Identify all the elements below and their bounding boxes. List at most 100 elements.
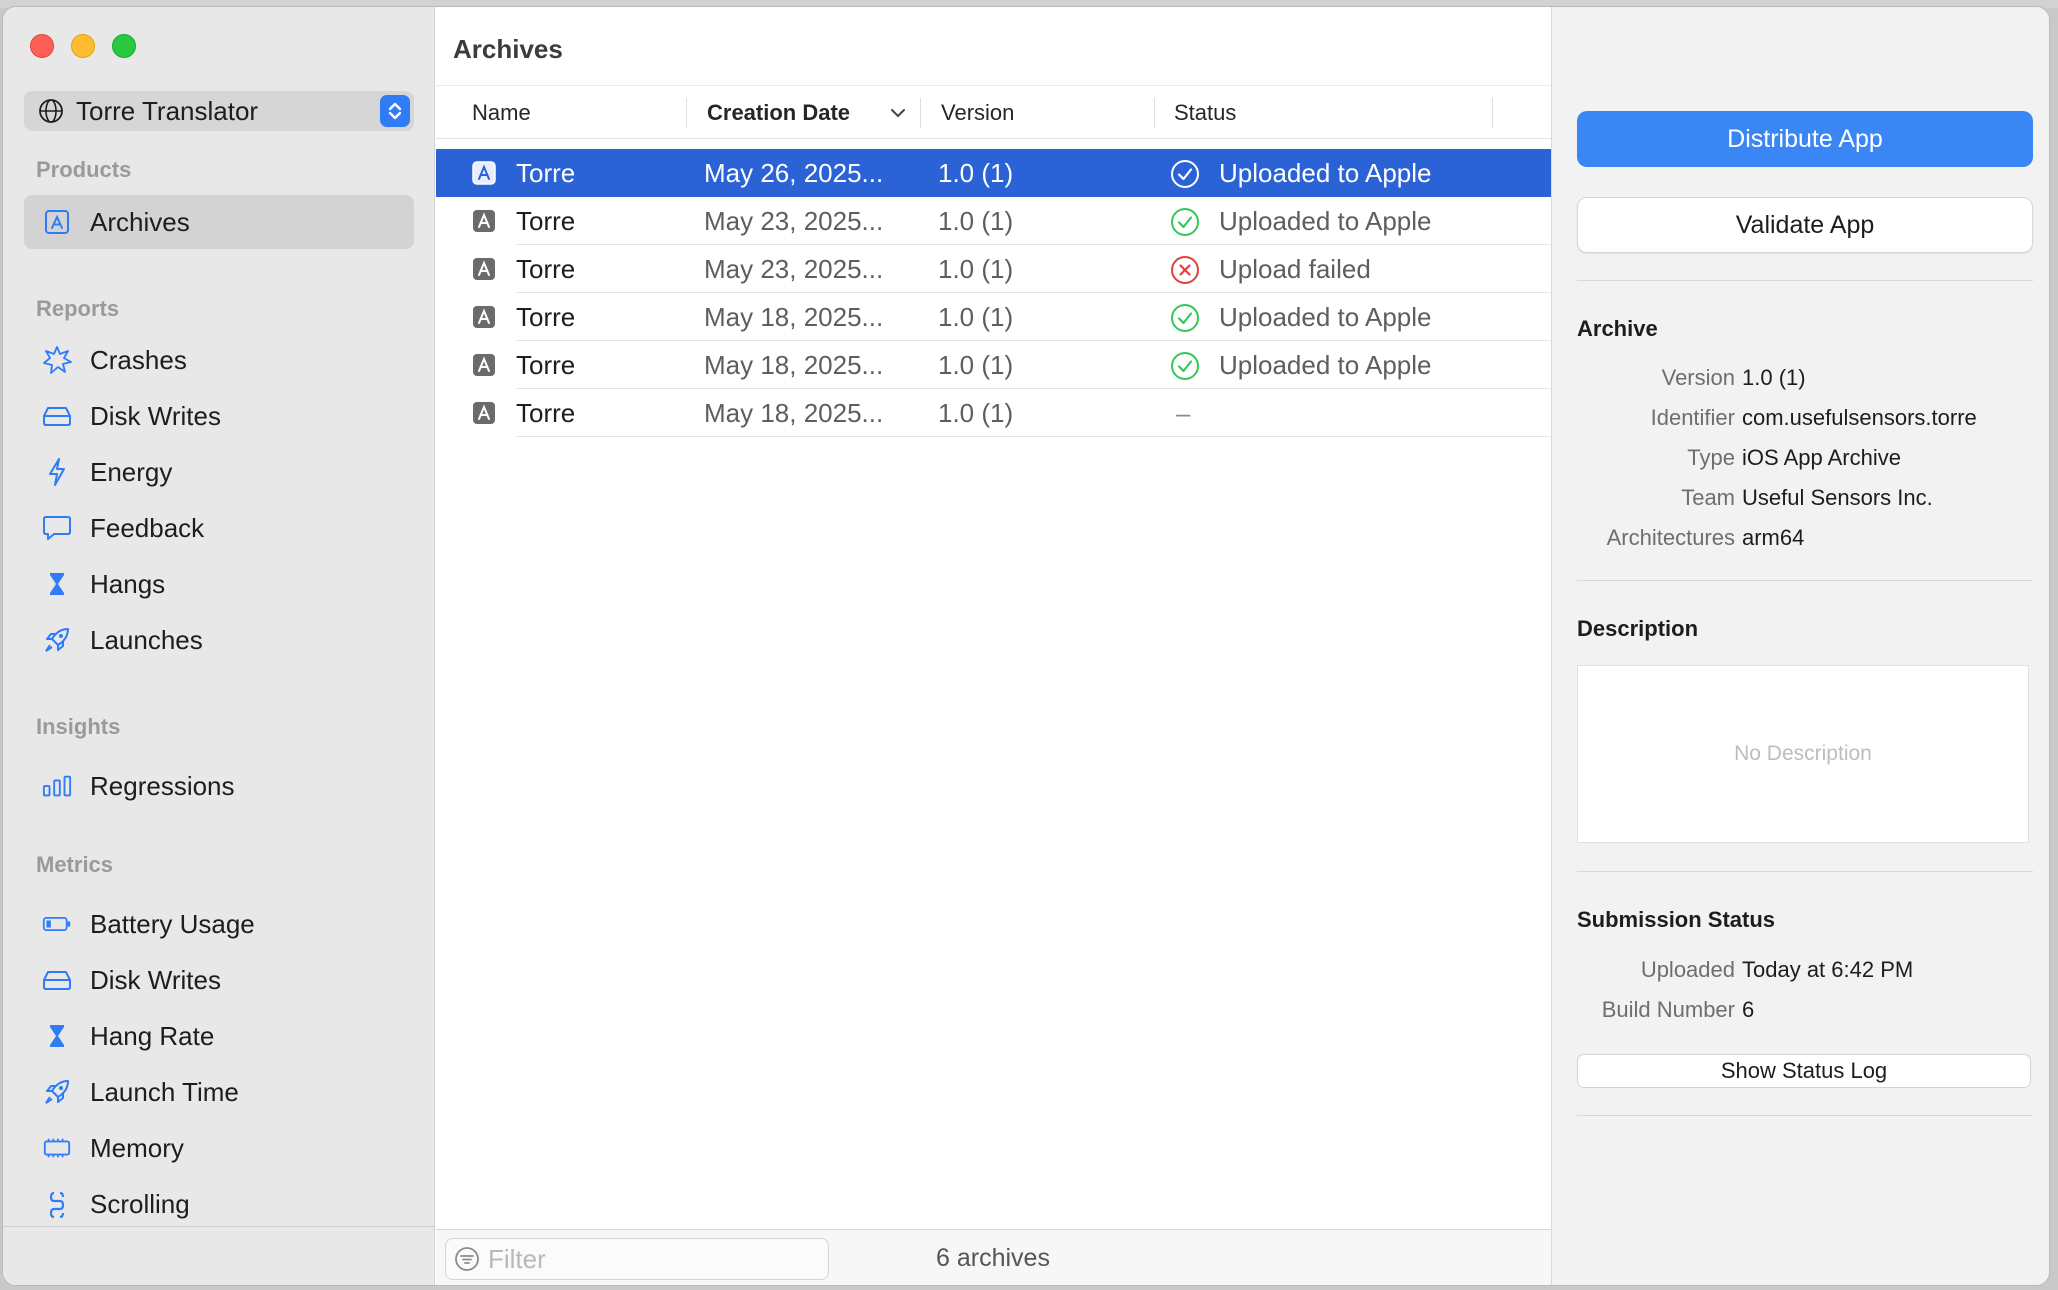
field-value: Today at 6:42 PM [1742, 957, 1914, 982]
sidebar-item-label: Feedback [90, 512, 205, 543]
column-header-version[interactable]: Version [941, 86, 1014, 140]
column-header-creation-date[interactable]: Creation Date [707, 86, 850, 140]
filter-input[interactable] [488, 1243, 808, 1275]
sidebar-item-archives[interactable]: Archives [24, 195, 414, 249]
column-divider [920, 98, 921, 128]
row-name: Torre [516, 349, 576, 380]
sidebar-item-label: Hangs [90, 568, 166, 599]
sidebar-item-hang-rate[interactable]: Hang Rate [24, 1009, 414, 1063]
minimize-window-button[interactable] [71, 34, 95, 58]
show-status-log-button[interactable]: Show Status Log [1577, 1054, 2031, 1088]
sidebar-item-feedback[interactable]: Feedback [24, 501, 414, 555]
sidebar-item-hangs[interactable]: Hangs [24, 557, 414, 611]
table-row[interactable]: Torre May 26, 2025... 1.0 (1) Uploaded t… [436, 149, 1551, 197]
field-value: 1.0 (1) [1742, 365, 1806, 390]
table-row[interactable]: Torre May 18, 2025... 1.0 (1) Uploaded t… [436, 341, 1551, 389]
inspector-pane: Distribute App Validate App Archive Vers… [1551, 7, 2049, 1285]
field-label: Build Number [1601, 997, 1735, 1022]
row-status: Upload failed [1219, 253, 1371, 284]
speech-bubble-icon [42, 513, 72, 543]
row-status: Uploaded to Apple [1219, 301, 1432, 332]
bottom-bar: 6 archives [436, 1229, 1551, 1285]
table-row[interactable]: Torre May 23, 2025... 1.0 (1) Uploaded t… [436, 197, 1551, 245]
sidebar-item-scrolling[interactable]: Scrolling [24, 1177, 414, 1231]
submission-build-number-row: Build Number 6 [1552, 997, 2049, 1031]
checkmark-circle-icon [1171, 208, 1199, 236]
row-divider [516, 436, 1551, 437]
sidebar-item-launch-time[interactable]: Launch Time [24, 1065, 414, 1119]
memory-chip-icon [42, 1133, 72, 1163]
sidebar-item-memory[interactable]: Memory [24, 1121, 414, 1175]
column-header-name[interactable]: Name [472, 86, 531, 140]
distribute-app-button[interactable]: Distribute App [1577, 111, 2033, 167]
table-row[interactable]: Torre May 23, 2025... 1.0 (1) Upload fai… [436, 245, 1551, 293]
archive-architectures-row: Architectures arm64 [1552, 525, 2049, 559]
archive-version-row: Version 1.0 (1) [1552, 365, 2049, 399]
table-header: Name Creation Date Version Status [436, 85, 1551, 139]
sidebar-item-launches[interactable]: Launches [24, 613, 414, 667]
bolt-icon [42, 457, 72, 487]
field-label: Uploaded [1640, 957, 1735, 982]
archive-identifier-row: Identifier com.usefulsensors.torre [1552, 405, 2049, 439]
sidebar: Torre Translator Products Archives Repor… [3, 7, 435, 1285]
validate-app-button[interactable]: Validate App [1577, 197, 2033, 253]
row-date: May 26, 2025... [704, 157, 884, 188]
sidebar-item-battery-usage[interactable]: Battery Usage [24, 897, 414, 951]
description-field[interactable]: No Description [1577, 665, 2029, 843]
table-row[interactable]: Torre May 18, 2025... 1.0 (1) Uploaded t… [436, 293, 1551, 341]
checkmark-circle-icon [1171, 160, 1199, 188]
disk-drive-icon [42, 965, 72, 995]
column-divider [1154, 98, 1155, 128]
row-name: Torre [516, 253, 576, 284]
filter-icon [455, 1247, 479, 1271]
sort-descending-icon[interactable] [890, 106, 906, 120]
row-status: – [1176, 397, 1191, 428]
sidebar-item-disk-writes[interactable]: Disk Writes [24, 389, 414, 443]
divider [1577, 1115, 2033, 1116]
column-header-status[interactable]: Status [1174, 86, 1236, 140]
row-date: May 18, 2025... [704, 349, 884, 380]
row-date: May 23, 2025... [704, 253, 884, 284]
section-products: Products [36, 157, 132, 182]
row-status: Uploaded to Apple [1219, 205, 1432, 236]
table-row[interactable]: Torre May 18, 2025... 1.0 (1) – [436, 389, 1551, 437]
row-version: 1.0 (1) [938, 205, 1014, 236]
sidebar-item-energy[interactable]: Energy [24, 445, 414, 499]
app-selector[interactable]: Torre Translator [24, 91, 414, 131]
field-label: Identifier [1650, 405, 1735, 430]
sidebar-divider [3, 1226, 435, 1227]
window-controls [30, 34, 136, 58]
sidebar-item-disk-writes-metric[interactable]: Disk Writes [24, 953, 414, 1007]
description-placeholder: No Description [1734, 742, 1872, 765]
scroll-icon [42, 1189, 72, 1219]
battery-icon [42, 909, 72, 939]
row-version: 1.0 (1) [938, 301, 1014, 332]
xmark-circle-icon [1171, 256, 1199, 284]
app-archive-icon [473, 210, 495, 232]
rocket-icon [42, 625, 72, 655]
column-header-label: Creation Date [707, 100, 851, 125]
archives-list-pane: Archives Name Creation Date Version Stat… [436, 7, 1551, 1285]
disk-drive-icon [42, 401, 72, 431]
sidebar-item-label: Launch Time [90, 1076, 239, 1107]
filter-field[interactable] [445, 1238, 829, 1280]
checkmark-circle-icon [1171, 304, 1199, 332]
zoom-window-button[interactable] [112, 34, 136, 58]
archive-heading: Archive [1577, 316, 1658, 341]
sidebar-item-label: Scrolling [90, 1188, 190, 1219]
row-version: 1.0 (1) [938, 253, 1014, 284]
chevron-updown-icon[interactable] [380, 95, 410, 127]
app-archive-icon [473, 306, 495, 328]
sidebar-item-crashes[interactable]: Crashes [24, 333, 414, 387]
field-value: iOS App Archive [1742, 445, 1901, 470]
hourglass-icon [42, 569, 72, 599]
sidebar-item-regressions[interactable]: Regressions [24, 759, 414, 813]
section-metrics: Metrics [36, 852, 114, 877]
archive-app-icon [42, 207, 72, 237]
crash-burst-icon [42, 345, 72, 375]
sidebar-item-label: Disk Writes [90, 964, 221, 995]
checkmark-circle-icon [1171, 352, 1199, 380]
row-name: Torre [516, 157, 576, 188]
close-window-button[interactable] [30, 34, 54, 58]
row-date: May 23, 2025... [704, 205, 884, 236]
